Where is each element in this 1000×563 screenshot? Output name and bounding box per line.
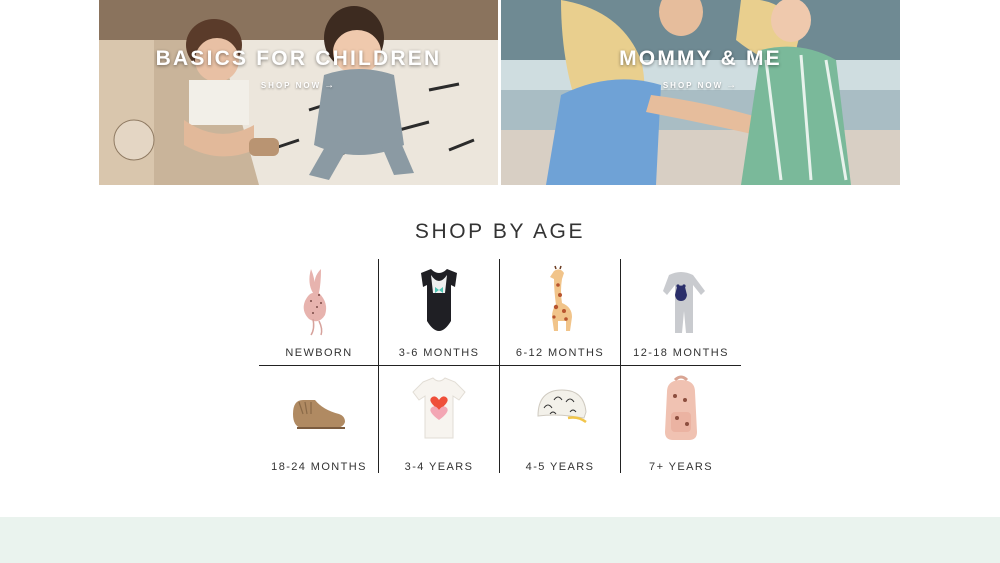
age-label: 18-24 MONTHS — [271, 461, 367, 473]
giraffe-toy-icon — [550, 265, 572, 331]
heart-tshirt-icon — [412, 377, 466, 439]
footer-band — [0, 517, 1000, 563]
hero-banners: BASICS FOR CHILDREN SHOP NOW → MOMMY & ME… — [99, 0, 900, 185]
banner-title: MOMMY & ME — [619, 47, 782, 70]
age-label: NEWBORN — [285, 347, 353, 359]
shop-now-label: SHOP NOW — [662, 81, 724, 90]
arrow-right-icon: → — [726, 80, 739, 91]
bunny-rattle-icon — [303, 269, 327, 336]
banner-photo-mommy — [501, 0, 900, 185]
banner-photo-children — [99, 0, 498, 185]
shop-by-age-title: SHOP BY AGE — [414, 220, 586, 243]
banner-title: BASICS FOR CHILDREN — [155, 47, 442, 70]
age-label: 6-12 MONTHS — [515, 347, 605, 359]
tuxedo-onesie-icon — [421, 269, 457, 331]
banner-mommy-and-me[interactable]: MOMMY & ME SHOP NOW → — [501, 0, 900, 185]
shop-by-age-grid: NEWBORN 3-6 MONTHS 6-12 MONTHS 12-18 MON… — [259, 259, 741, 473]
age-tile-newborn[interactable]: NEWBORN — [259, 259, 379, 366]
backpack-icon — [665, 375, 697, 440]
shop-now-link[interactable]: SHOP NOW → — [99, 80, 498, 91]
age-tile-3-4-years[interactable]: 3-4 YEARS — [379, 366, 499, 473]
age-tile-12-18-months[interactable]: 12-18 MONTHS — [621, 259, 741, 366]
age-label: 7+ YEARS — [649, 461, 713, 473]
arrow-right-icon: → — [324, 80, 337, 91]
banner-basics-for-children[interactable]: BASICS FOR CHILDREN SHOP NOW → — [99, 0, 498, 185]
shop-now-link[interactable]: SHOP NOW → — [501, 80, 900, 91]
age-tile-7-plus-years[interactable]: 7+ YEARS — [621, 366, 741, 473]
age-tile-4-5-years[interactable]: 4-5 YEARS — [500, 366, 620, 473]
age-label: 3-6 MONTHS — [398, 347, 480, 359]
age-label: 3-4 YEARS — [404, 461, 474, 473]
age-label: 12-18 MONTHS — [633, 347, 729, 359]
age-tile-18-24-months[interactable]: 18-24 MONTHS — [259, 366, 379, 473]
age-label: 4-5 YEARS — [525, 461, 595, 473]
age-tile-3-6-months[interactable]: 3-6 MONTHS — [379, 259, 499, 366]
bear-sleeper-icon — [663, 272, 705, 333]
printed-cap-icon — [537, 389, 587, 424]
shop-now-label: SHOP NOW — [260, 81, 322, 90]
age-tile-6-12-months[interactable]: 6-12 MONTHS — [500, 259, 620, 366]
moccasin-shoe-icon — [293, 400, 345, 429]
